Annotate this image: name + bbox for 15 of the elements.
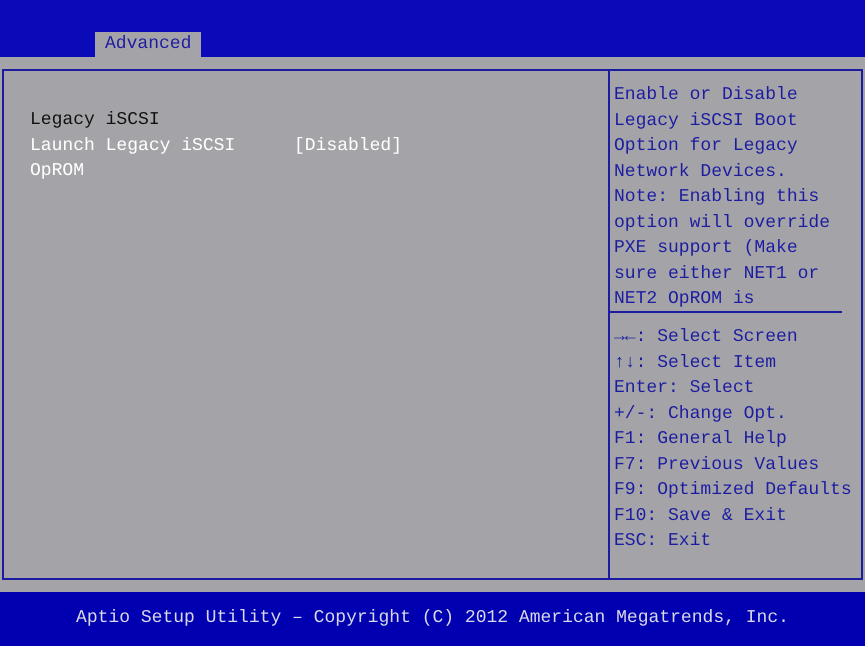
setting-label[interactable]: Launch Legacy iSCSI OpROM <box>30 134 294 184</box>
key-help-line: →←: Select Screen <box>614 326 799 349</box>
menu-tab[interactable]: Advanced <box>95 32 202 57</box>
section-title: Legacy iSCSI <box>30 109 161 132</box>
footer-text: Aptio Setup Utility – Copyright (C) 2012 American Megatrends, Inc. <box>76 607 789 630</box>
key-help-line: ↑↓: Select Item <box>614 352 778 374</box>
key-help-line: ESC: Exit <box>614 530 712 553</box>
key-help-line: F10: Save & Exit <box>614 504 788 528</box>
key-help-line: F1: General Help <box>614 428 788 451</box>
setting-value[interactable]: [Disabled] <box>294 134 402 184</box>
key-help-line: F9: Optimized Defaults <box>614 479 853 502</box>
key-help-line: Enter: Select <box>614 377 756 400</box>
key-help-line: +/-: Change Opt. <box>614 402 788 426</box>
help-text: Enable or Disable Legacy iSCSI Boot Option for Legacy Network Devices. Note: Enabling this option will override PXE support (Make sure either NET1 or NET2 OpROM is <box>610 71 842 313</box>
key-help-line: F7: Previous Values <box>614 454 820 476</box>
